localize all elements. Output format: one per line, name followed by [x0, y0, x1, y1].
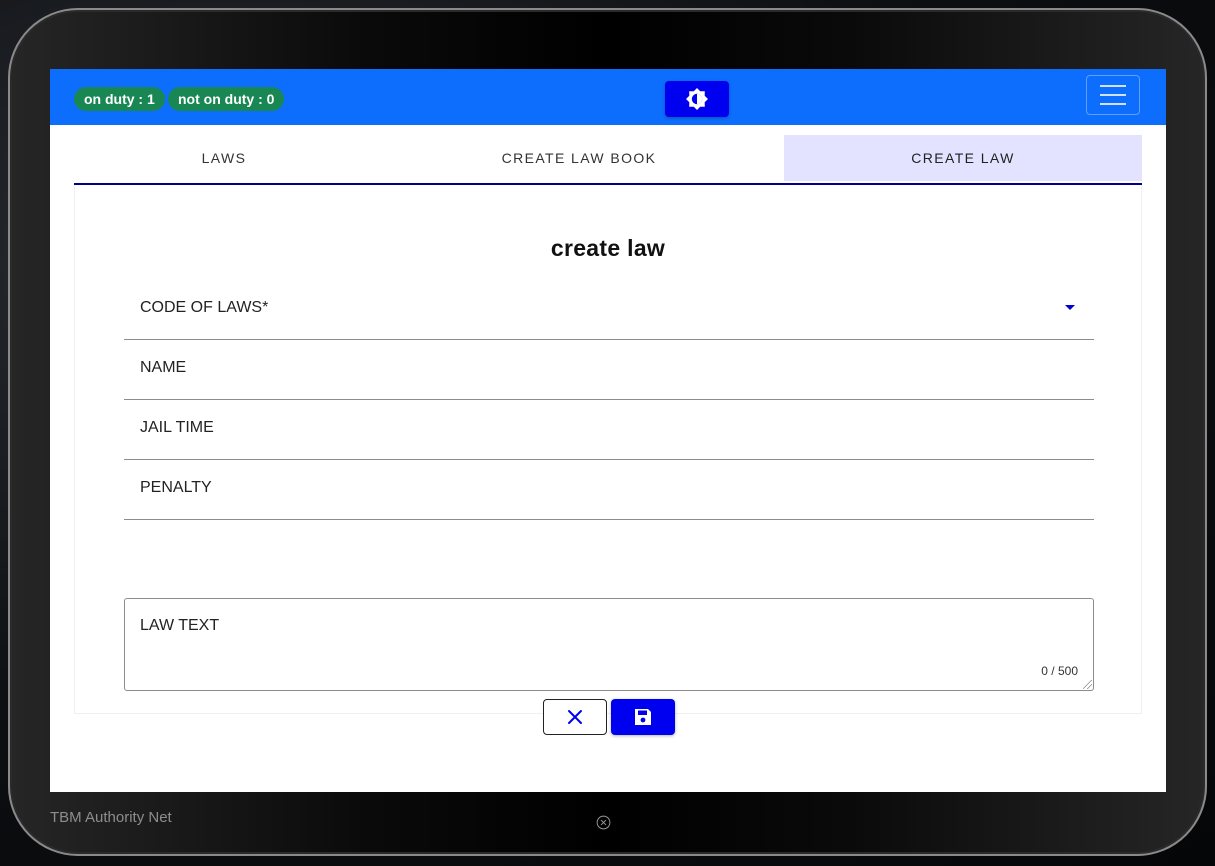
top-navbar: on duty : 1 not on duty : 0: [50, 69, 1166, 125]
code-of-laws-select[interactable]: CODE OF LAWS*: [124, 281, 1094, 340]
penalty-label: PENALTY: [140, 479, 212, 496]
tab-create-law[interactable]: CREATE LAW: [784, 135, 1142, 181]
law-text-area[interactable]: LAW TEXT 0 / 500: [124, 598, 1094, 691]
floppy-disk-icon: [635, 709, 651, 725]
hamburger-menu-icon: [1100, 85, 1126, 87]
cancel-button[interactable]: [543, 699, 607, 735]
jail-time-label: JAIL TIME: [140, 419, 214, 436]
name-field[interactable]: NAME: [124, 341, 1094, 400]
theme-toggle-button[interactable]: [665, 81, 729, 117]
close-tablet-button[interactable]: [596, 815, 611, 830]
hamburger-menu-button[interactable]: [1086, 75, 1140, 115]
tab-bar: LAWS CREATE LAW BOOK CREATE LAW: [74, 135, 1142, 185]
code-of-laws-label: CODE OF LAWS*: [140, 299, 269, 316]
penalty-field[interactable]: PENALTY: [124, 461, 1094, 520]
caret-down-icon: [1065, 305, 1075, 310]
circle-close-icon: [596, 815, 611, 830]
jail-time-field[interactable]: JAIL TIME: [124, 401, 1094, 460]
law-text-label: LAW TEXT: [140, 617, 220, 634]
close-icon: [568, 710, 582, 724]
name-label: NAME: [140, 359, 187, 376]
on-duty-badge: on duty : 1: [74, 87, 165, 111]
tab-create-law-book[interactable]: CREATE LAW BOOK: [374, 135, 784, 181]
tab-laws[interactable]: LAWS: [74, 135, 374, 181]
resize-handle[interactable]: [1083, 680, 1092, 689]
save-button[interactable]: [611, 699, 675, 735]
app-screen: on duty : 1 not on duty : 0 LAWS CREATE …: [50, 69, 1166, 792]
form-title: create law: [550, 235, 666, 261]
character-counter: 0 / 500: [1041, 664, 1078, 678]
create-law-form: create law CODE OF LAWS* NAME JAIL TIME …: [74, 185, 1142, 735]
brightness-icon: [686, 88, 708, 110]
app-name-label: TBM Authority Net: [50, 809, 172, 826]
not-on-duty-badge: not on duty : 0: [168, 87, 285, 111]
